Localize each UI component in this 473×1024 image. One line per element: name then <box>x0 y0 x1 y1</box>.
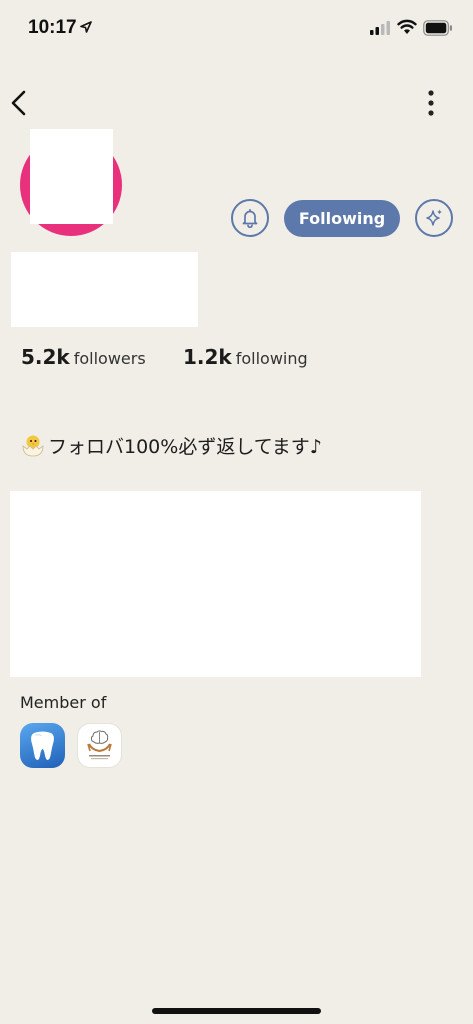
status-time: 10:17 <box>28 17 77 38</box>
back-button[interactable] <box>6 88 34 118</box>
member-of-label: Member of <box>20 693 107 712</box>
cellular-signal-icon <box>370 21 390 35</box>
tooth-icon <box>31 731 54 760</box>
redacted-name-region <box>11 252 198 327</box>
club-brain-hands[interactable] <box>77 723 122 768</box>
home-indicator <box>152 1008 321 1014</box>
wifi-icon <box>397 19 417 34</box>
followers-stat[interactable]: 5.2k followers <box>21 345 146 369</box>
following-stat[interactable]: 1.2k following <box>183 345 308 369</box>
sparkle-button[interactable] <box>415 199 453 237</box>
vertical-ellipsis-icon <box>428 90 434 116</box>
club-tooth[interactable] <box>20 723 65 768</box>
hatching-chick-icon <box>22 435 44 457</box>
bio-text: フォロバ100%必ず返してます♪ <box>48 436 322 458</box>
following-count: 1.2k <box>183 345 232 369</box>
notifications-button[interactable] <box>231 199 269 237</box>
following-button[interactable]: Following <box>284 200 400 237</box>
status-bar: 10:17 <box>0 0 473 60</box>
redacted-content-region <box>10 491 421 677</box>
more-options-button[interactable] <box>420 88 442 118</box>
sparkle-icon <box>426 209 442 226</box>
location-arrow-icon <box>80 21 92 33</box>
bio: フォロバ100%必ず返してます♪ <box>20 432 322 459</box>
followers-count: 5.2k <box>21 345 70 369</box>
battery-icon <box>423 20 452 36</box>
chevron-left-icon <box>11 90 26 116</box>
followers-label: followers <box>73 349 146 368</box>
brain-hands-icon <box>87 730 112 760</box>
following-label: following <box>235 349 308 368</box>
redacted-avatar-region <box>30 129 113 224</box>
bell-icon <box>242 208 258 228</box>
